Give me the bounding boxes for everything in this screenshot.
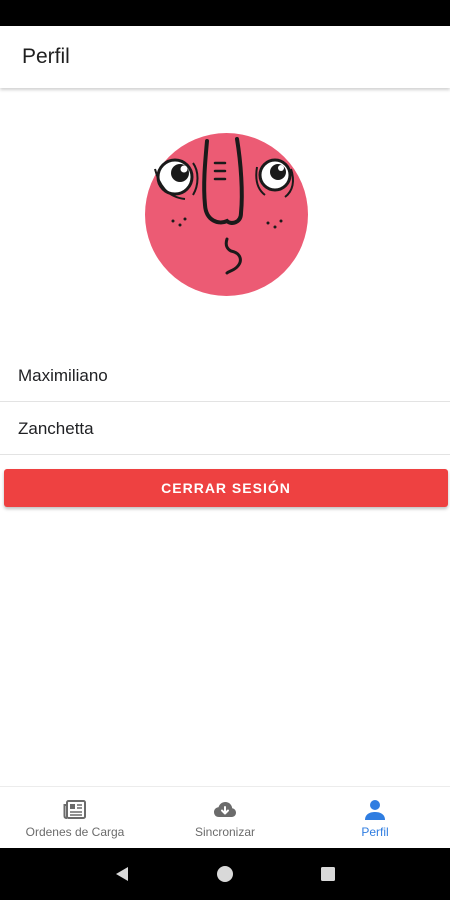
bottom-navigation: Ordenes de Carga Sincronizar Perfil xyxy=(0,786,450,848)
first-name-value: Maximiliano xyxy=(18,365,108,385)
logout-button[interactable]: CERRAR SESIÓN xyxy=(4,469,448,507)
cloud-download-icon xyxy=(214,802,236,817)
person-icon xyxy=(365,800,385,820)
nav-item-perfil[interactable]: Perfil xyxy=(300,787,450,848)
system-navigation-bar xyxy=(0,848,450,900)
app-bar: Perfil xyxy=(0,26,450,88)
newspaper-icon xyxy=(63,800,86,819)
home-icon xyxy=(216,866,233,882)
recents-button[interactable] xyxy=(317,863,339,885)
back-icon xyxy=(115,867,128,881)
cartoon-face-avatar-icon xyxy=(145,133,308,296)
page-title: Perfil xyxy=(22,45,70,68)
recents-icon xyxy=(321,867,336,881)
status-bar xyxy=(0,0,450,26)
nav-item-sincronizar[interactable]: Sincronizar xyxy=(150,787,300,848)
nav-label-sincronizar: Sincronizar xyxy=(194,825,256,839)
back-button[interactable] xyxy=(111,863,133,885)
nav-item-ordenes-de-carga[interactable]: Ordenes de Carga xyxy=(0,787,150,848)
home-button[interactable] xyxy=(214,863,236,885)
first-name-field: Maximiliano xyxy=(0,350,450,402)
nav-label-ordenes-de-carga: Ordenes de Carga xyxy=(25,825,125,839)
avatar xyxy=(145,133,308,296)
last-name-field: Zanchetta xyxy=(0,403,450,455)
profile-screen: Perfil Maximiliano Zanchetta CERRAR SESI… xyxy=(0,0,450,900)
last-name-value: Zanchetta xyxy=(18,418,94,438)
nav-label-perfil: Perfil xyxy=(361,825,389,839)
